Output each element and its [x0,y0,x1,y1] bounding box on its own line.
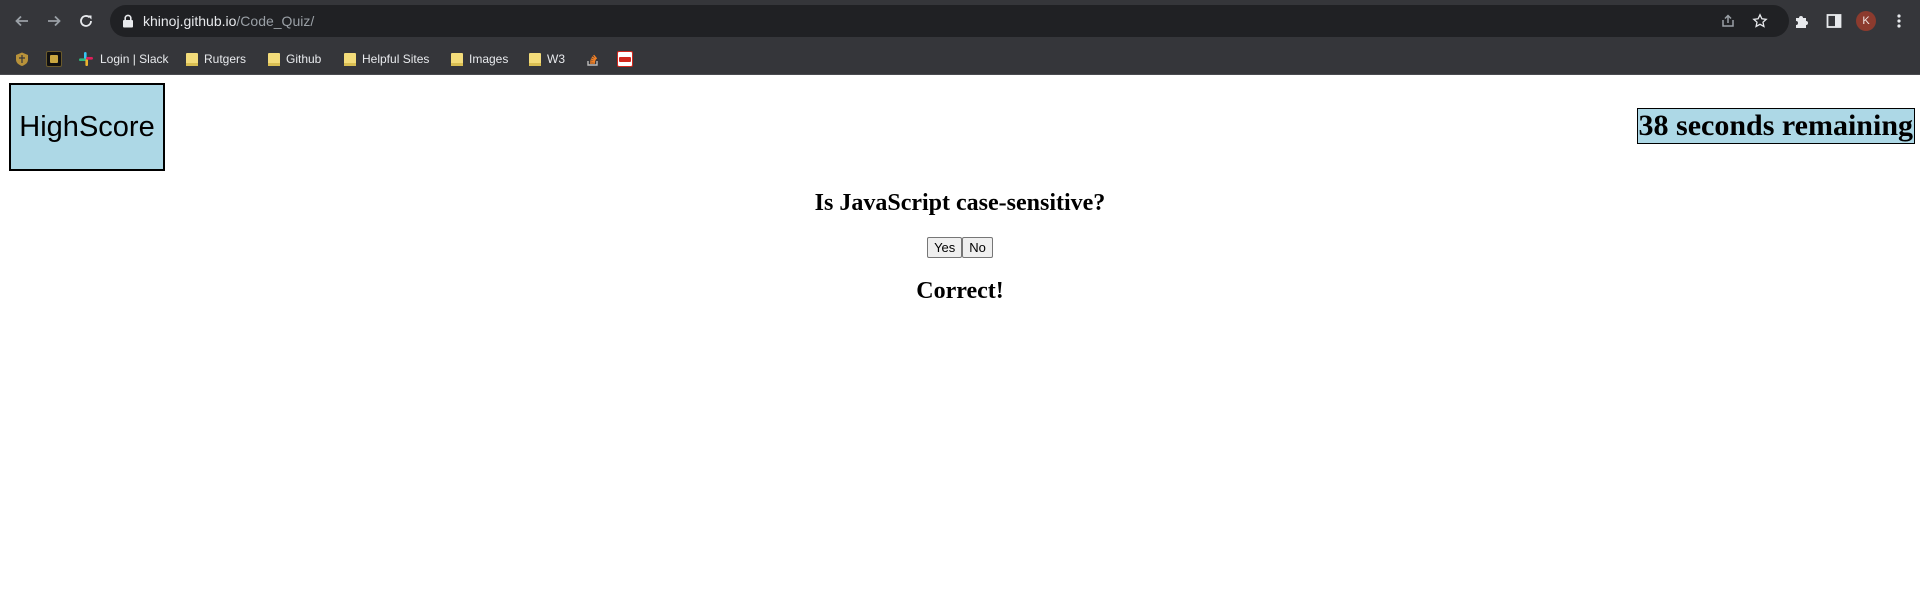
bookmark-stack-overflow[interactable] [585,49,601,69]
bookmarks-bar: Login | Slack Rutgers Github Helpful Sit… [0,42,1920,75]
url-host: khinoj.github.io [143,13,237,29]
question-text: Is JavaScript case-sensitive? [814,190,1106,216]
quiz-page: HighScore 38 seconds remaining Is JavaSc… [0,75,1920,610]
lock-icon [123,14,133,28]
bookmark-label: Rutgers [204,52,247,66]
bookmark-folder-helpful-sites[interactable]: Helpful Sites [344,49,429,69]
reload-button[interactable] [74,9,98,33]
bookmark-slack[interactable]: Login | Slack [78,49,169,69]
bookmark-folder-github[interactable]: Github [268,49,321,69]
bookmark-adp[interactable] [617,49,633,69]
forward-button[interactable] [42,9,66,33]
browser-toolbar: khinoj.github.io/Code_Quiz/ K [0,0,1920,42]
answer-choices: Yes No [0,237,1920,258]
back-button[interactable] [10,9,34,33]
bookmark-label: W3 [547,52,565,66]
bookmark-label: Github [286,52,322,66]
bookmark-shield[interactable] [14,49,30,69]
reload-icon [80,15,92,27]
side-panel-icon[interactable] [1825,12,1843,30]
url-text: khinoj.github.io/Code_Quiz/ [143,12,314,30]
bookmark-folder-images[interactable]: Images [451,49,508,69]
folder-icon [451,52,463,66]
answer-feedback: Correct! [916,278,1004,304]
arrow-right-icon [48,15,61,27]
folder-icon [344,52,356,66]
url-path: /Code_Quiz/ [236,13,315,29]
shield-favicon-icon [16,52,28,66]
bookmark-crest[interactable] [46,49,62,69]
folder-icon [186,52,198,66]
highscore-button[interactable]: HighScore [9,83,165,171]
kebab-menu-icon[interactable] [1890,12,1908,30]
folder-icon [268,52,280,66]
timer-display: 38 seconds remaining [1636,108,1915,144]
crest-favicon-icon [46,51,62,67]
bookmark-folder-rutgers[interactable]: Rutgers [186,49,246,69]
arrow-left-icon [15,15,28,27]
adp-icon [617,51,633,67]
star-icon[interactable] [1752,13,1768,29]
folder-icon [529,52,541,66]
answer-no-button[interactable]: No [962,237,993,258]
profile-avatar[interactable]: K [1856,11,1876,31]
answer-yes-button[interactable]: Yes [927,237,963,258]
bookmark-label: Login | Slack [100,52,169,66]
address-bar[interactable]: khinoj.github.io/Code_Quiz/ [110,5,1789,37]
puzzle-icon[interactable] [1793,12,1811,30]
bookmark-folder-w3[interactable]: W3 [529,49,565,69]
slack-icon [79,52,93,66]
bookmark-label: Images [469,52,509,66]
bookmark-label: Helpful Sites [362,52,430,66]
stack-overflow-icon [587,54,598,66]
share-icon[interactable] [1720,13,1736,29]
